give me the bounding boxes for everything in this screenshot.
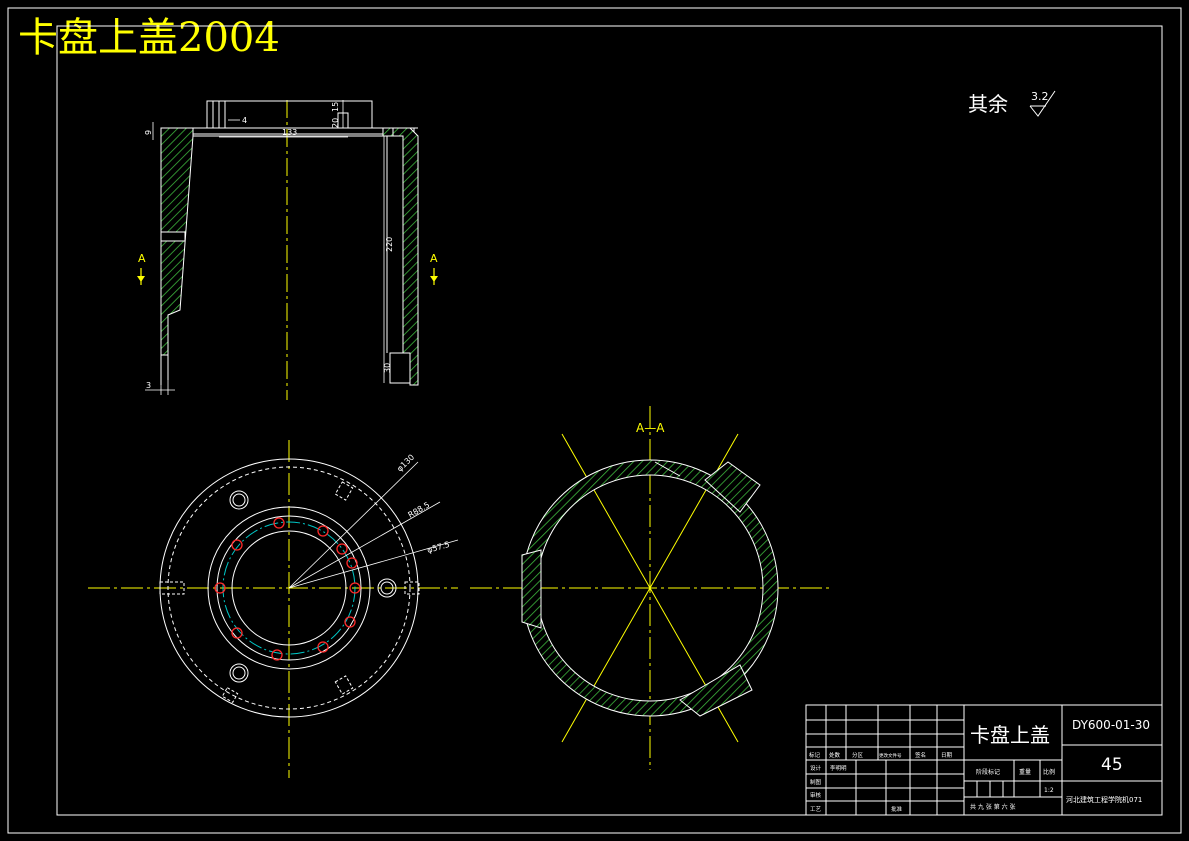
section-mark-left-label: A	[138, 252, 146, 265]
part-name: 卡盘上盖	[970, 723, 1050, 747]
section-a-a-title: A—A	[636, 421, 665, 435]
section-a-a-view: A—A	[470, 406, 832, 770]
header-signature: 签名	[915, 751, 926, 759]
header-mark: 标记	[809, 751, 821, 759]
designer-label: 设计	[810, 764, 822, 772]
drawing-number: DY600-01-30	[1072, 718, 1150, 732]
dim-220: 220	[385, 237, 394, 252]
dim-30: 30	[383, 363, 392, 373]
dim-133: 133	[282, 128, 297, 137]
header-change-doc: 更改文件号	[879, 752, 902, 759]
bolt-holes	[214, 517, 361, 661]
sheet-info: 共 九 张 第 六 张	[970, 803, 1016, 811]
stage-label: 阶段标记	[976, 768, 1000, 776]
front-section-view: 9 4 133 20 15 220 30 3 A A	[137, 100, 438, 400]
approve-label: 批准	[891, 805, 903, 813]
dim-15: 15	[331, 102, 340, 112]
dim-phi130: φ130	[395, 453, 416, 474]
roughness-value: 3.2	[1031, 90, 1049, 103]
header-count: 处数	[829, 751, 841, 759]
header-date: 日期	[941, 752, 953, 759]
dim-9: 9	[144, 130, 153, 135]
process-label: 工艺	[810, 806, 822, 813]
dim-phi57-5: φ57.5	[426, 540, 451, 555]
section-mark-right-label: A	[430, 252, 438, 265]
section-mark-left: A	[137, 252, 146, 285]
checker-label: 审核	[810, 791, 822, 799]
top-view: φ130 R88.5 φ57.5	[88, 440, 459, 778]
roughness-label: 其余	[968, 92, 1008, 116]
drafter-label: 制图	[810, 778, 822, 786]
material: 45	[1101, 755, 1123, 775]
dim-20: 20	[331, 118, 340, 128]
dim-3: 3	[146, 381, 151, 390]
dim-r88-5: R88.5	[407, 500, 432, 519]
surface-roughness-note: 其余 3.2	[968, 90, 1056, 117]
scale-value: 1:2	[1044, 787, 1054, 794]
school-name: 河北建筑工程学院机071	[1066, 795, 1142, 804]
designer-name: 李明明	[830, 764, 847, 772]
right-wall-section	[386, 127, 419, 386]
weight-label: 重量	[1019, 768, 1031, 776]
section-mark-right: A	[430, 252, 438, 285]
engineering-drawing: 其余 3.2 9 4 133 20 15 220 30 3 A A φ130 R…	[7, 7, 1182, 834]
scale-label: 比例	[1043, 768, 1055, 776]
header-zone: 分区	[852, 751, 864, 759]
dim-4: 4	[242, 116, 247, 125]
title-block-text: 卡盘上盖 DY600-01-30 45 河北建筑工程学院机071 阶段标记 重量…	[809, 718, 1150, 813]
